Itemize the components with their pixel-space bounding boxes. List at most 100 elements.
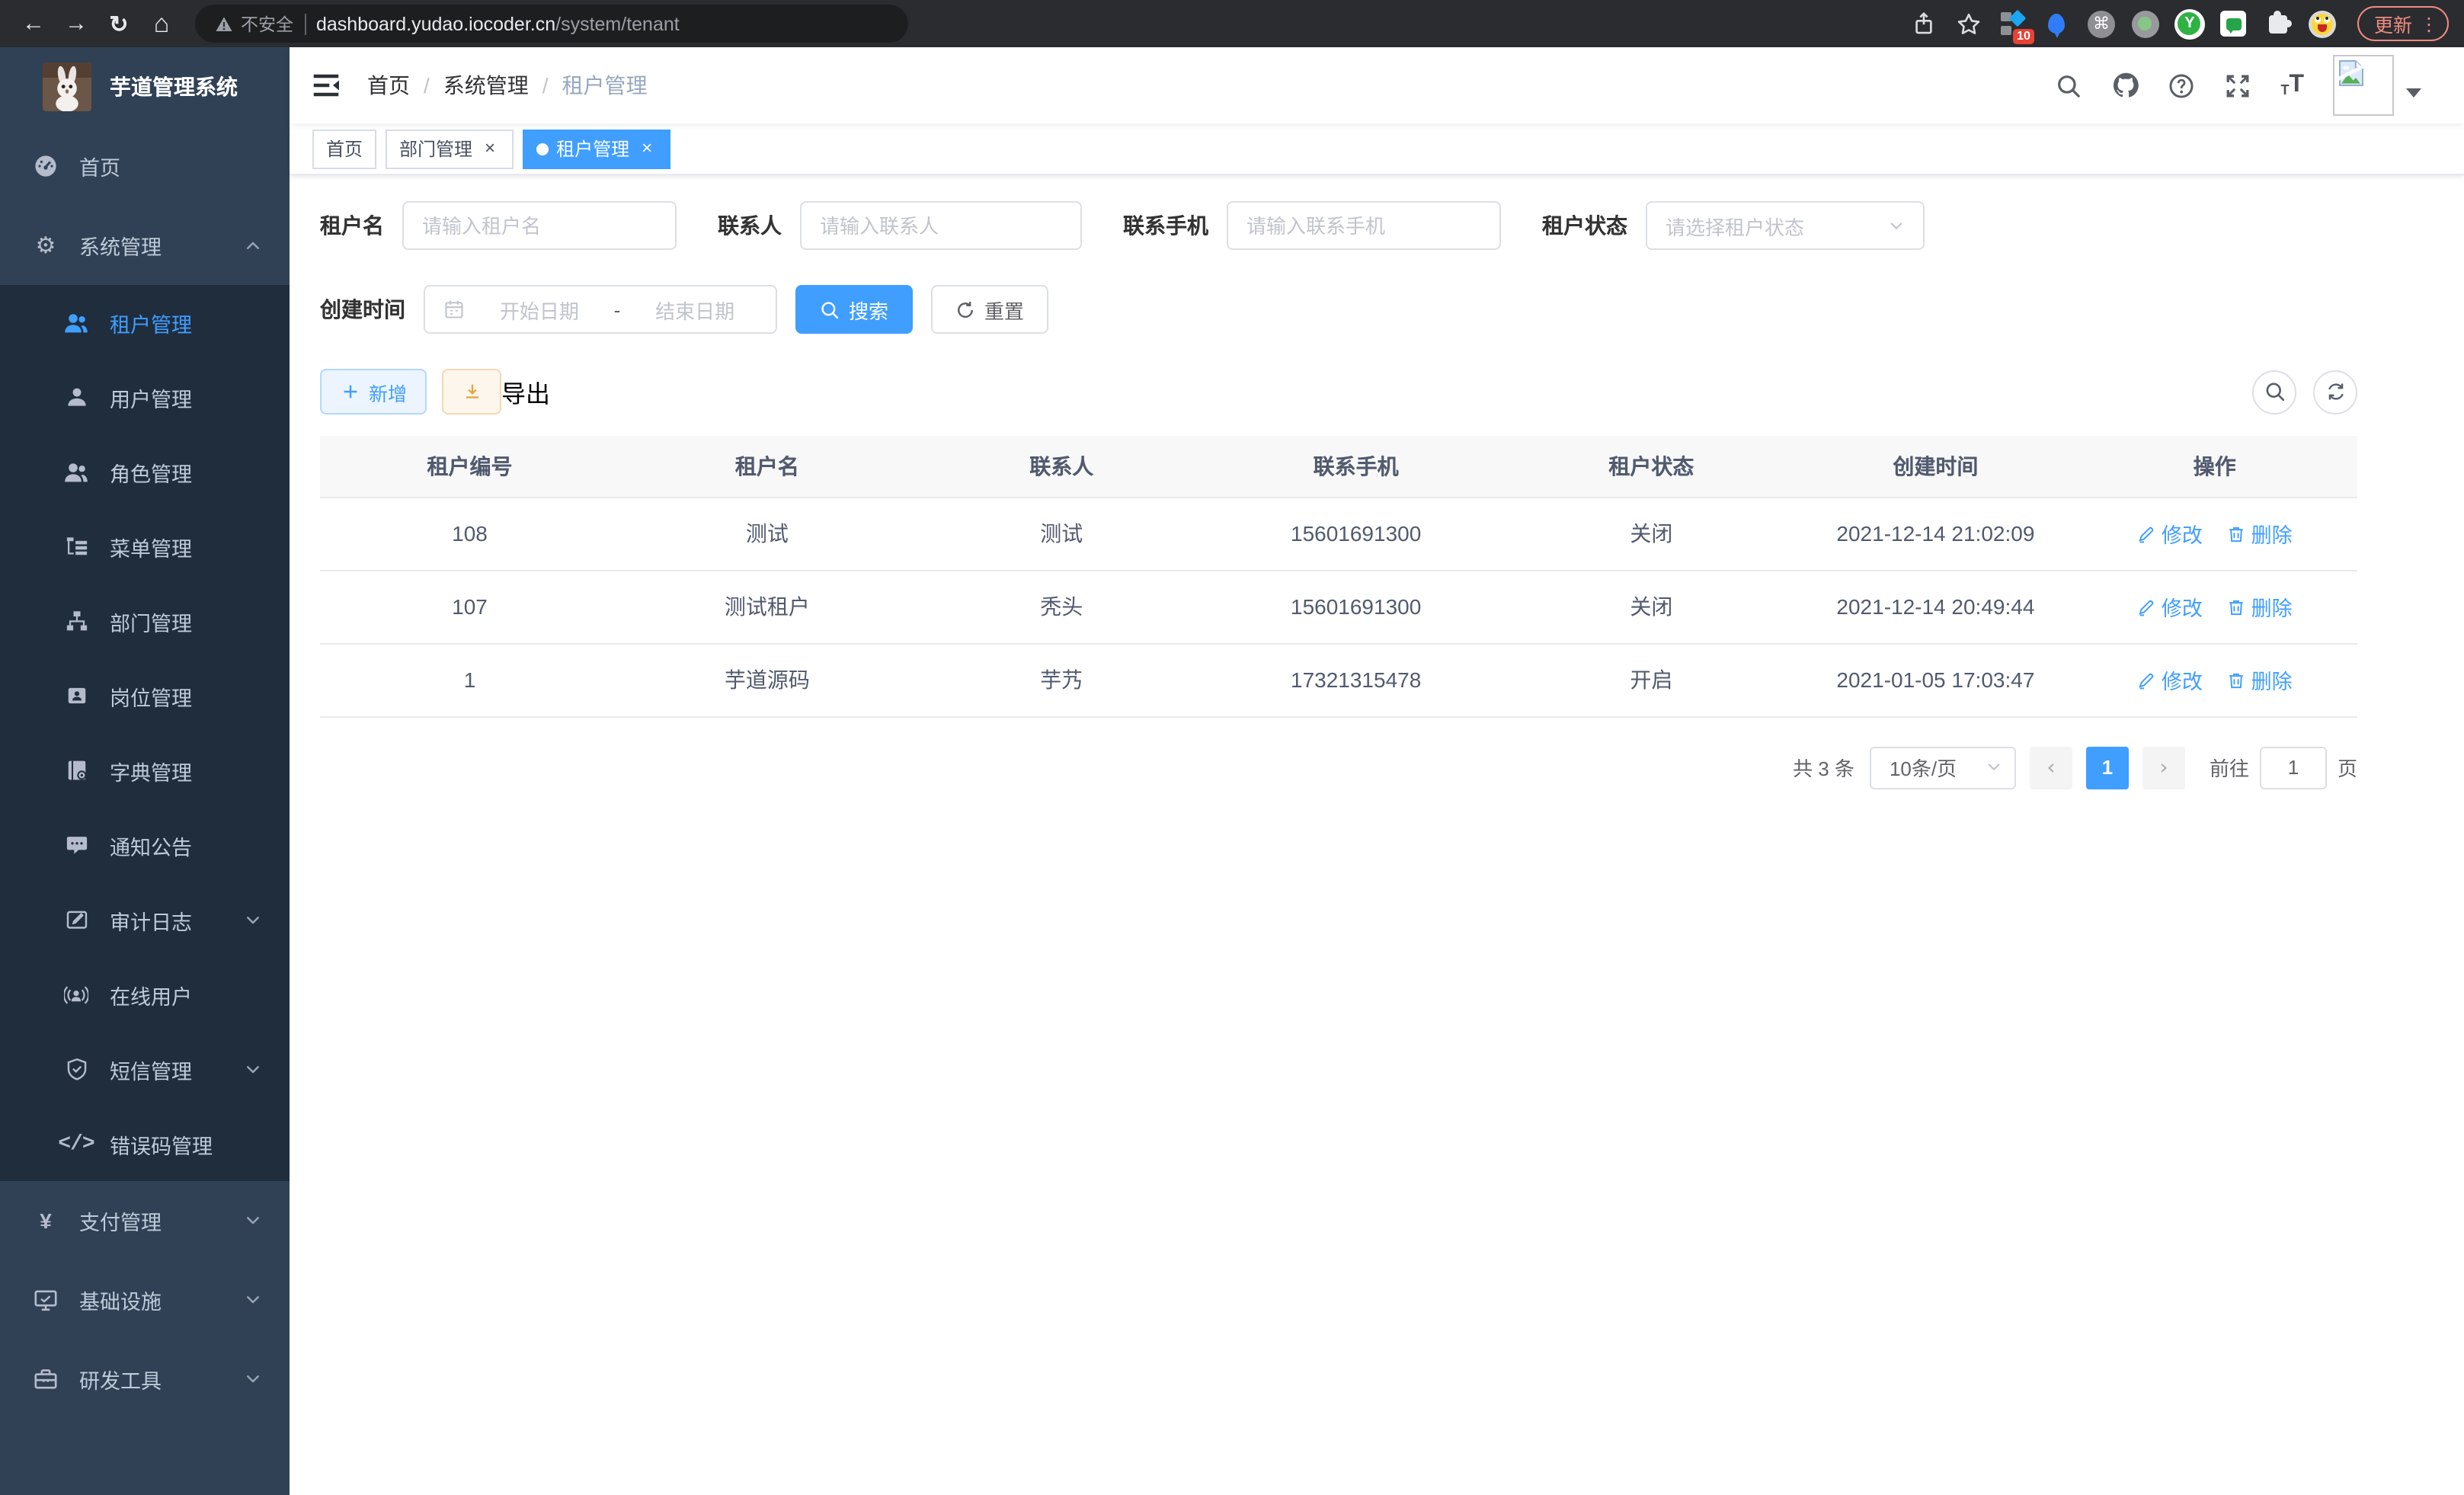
trash-icon	[2227, 597, 2247, 616]
share-icon[interactable]	[1909, 8, 1940, 39]
tree-table-icon	[64, 534, 88, 559]
close-icon[interactable]: ×	[637, 139, 657, 158]
contact-input[interactable]	[820, 214, 1062, 237]
extension-sketch-icon[interactable]	[2042, 8, 2072, 39]
bookmark-star-icon[interactable]	[1954, 8, 1984, 39]
extension-yuque-icon[interactable]: Y	[2174, 8, 2205, 39]
online-broadcast-icon	[64, 982, 88, 1007]
chevron-down-icon	[244, 1370, 262, 1388]
extension-puzzle-icon[interactable]	[2263, 8, 2293, 39]
browser-update-button[interactable]: 更新 ⋮	[2357, 6, 2449, 41]
browser-reload-icon[interactable]: ↻	[101, 5, 137, 42]
date-range-picker[interactable]: 开始日期 - 结束日期	[424, 285, 777, 334]
tab-tenant[interactable]: 租户管理 ×	[523, 129, 670, 168]
reset-button[interactable]: 重置	[931, 285, 1048, 334]
extension-recorder-icon[interactable]	[2130, 8, 2161, 39]
header-search-icon[interactable]	[2055, 72, 2082, 99]
github-icon[interactable]	[2111, 72, 2139, 99]
goto-page-input[interactable]	[2260, 746, 2327, 789]
browser-home-icon[interactable]: ⌂	[143, 5, 180, 42]
goto-label: 前往	[2210, 753, 2249, 782]
font-size-icon[interactable]: TT	[2280, 73, 2304, 98]
tab-home[interactable]: 首页	[312, 129, 376, 168]
sidebar-item-home[interactable]: 首页	[0, 126, 290, 206]
date-end: 结束日期	[632, 295, 757, 324]
sidebar-item-dict[interactable]: 字典管理	[0, 733, 290, 808]
sidebar-item-dept[interactable]: 部门管理	[0, 584, 290, 658]
sidebar-item-online-user[interactable]: 在线用户	[0, 957, 290, 1032]
sidebar-item-sms[interactable]: 短信管理	[0, 1032, 290, 1106]
extension-emoji-icon[interactable]	[2307, 8, 2338, 39]
tags-view: 首页 部门管理 × 租户管理 ×	[290, 123, 2464, 175]
monitor-icon	[34, 1288, 58, 1312]
sidebar-item-system[interactable]: ⚙ 系统管理	[0, 206, 290, 285]
user-avatar-menu[interactable]	[2333, 55, 2421, 116]
code-icon: </>	[64, 1132, 88, 1156]
search-button[interactable]: 搜索	[795, 285, 913, 334]
delete-button[interactable]: 删除	[2227, 664, 2293, 695]
prev-page-button[interactable]: ‹	[2030, 746, 2072, 789]
sidebar-fold-icon[interactable]	[311, 70, 341, 101]
edit-button[interactable]: 修改	[2137, 518, 2203, 549]
extension-chat-icon[interactable]	[2219, 8, 2249, 39]
pagination: 共 3 条 10条/页 ‹ 1 › 前往 页	[320, 746, 2357, 789]
fullscreen-icon[interactable]	[2224, 72, 2251, 99]
tenant-name-input[interactable]	[422, 214, 657, 237]
tab-dept[interactable]: 部门管理 ×	[386, 129, 514, 168]
add-button[interactable]: 新增	[320, 369, 427, 415]
page-size-select[interactable]: 10条/页	[1870, 746, 2016, 789]
sidebar-item-pay[interactable]: ¥ 支付管理	[0, 1181, 290, 1260]
close-icon[interactable]: ×	[480, 139, 500, 158]
toggle-search-button[interactable]	[2252, 370, 2296, 414]
sidebar-logo[interactable]: 芋道管理系统	[0, 47, 290, 126]
col-contact: 联系人	[915, 436, 1208, 497]
status-select[interactable]: 请选择租户状态	[1646, 201, 1925, 250]
next-page-button[interactable]: ›	[2142, 746, 2185, 789]
browser-menu-icon[interactable]: ⋮	[2420, 13, 2438, 34]
refresh-table-button[interactable]	[2313, 370, 2357, 414]
avatar[interactable]	[2333, 55, 2394, 116]
breadcrumb: 首页 / 系统管理 / 租户管理	[367, 70, 648, 101]
edit-icon	[2137, 523, 2157, 543]
extension-command-icon[interactable]: ⌘	[2086, 8, 2117, 39]
logo-image	[43, 62, 91, 111]
export-button[interactable]	[442, 369, 501, 415]
sidebar-item-tenant[interactable]: 租户管理	[0, 285, 290, 360]
log-edit-icon	[64, 908, 88, 932]
status-label: 租户状态	[1542, 210, 1627, 241]
plus-icon	[340, 382, 360, 402]
sidebar-item-user[interactable]: 用户管理	[0, 360, 290, 434]
edit-button[interactable]: 修改	[2137, 664, 2203, 695]
extension-tab-manager-icon[interactable]: 10	[1998, 8, 2028, 39]
mobile-input[interactable]	[1246, 214, 1481, 237]
security-label: 不安全	[241, 11, 293, 36]
breadcrumb-section[interactable]: 系统管理	[443, 70, 529, 101]
sidebar-item-error-code[interactable]: </> 错误码管理	[0, 1106, 290, 1181]
download-icon	[462, 382, 482, 402]
sidebar-item-devtools[interactable]: 研发工具	[0, 1340, 290, 1419]
sidebar: 芋道管理系统 首页 ⚙ 系统管理 租户管理 用户管理 角色管理	[0, 47, 290, 1495]
app-title: 芋道管理系统	[110, 72, 238, 102]
total-count: 共 3 条	[1793, 753, 1854, 782]
sidebar-item-post[interactable]: 岗位管理	[0, 658, 290, 733]
breadcrumb-home[interactable]: 首页	[367, 70, 410, 101]
mobile-label: 联系手机	[1123, 210, 1208, 241]
sidebar-item-notice[interactable]: 通知公告	[0, 808, 290, 882]
site-security[interactable]: 不安全	[215, 11, 293, 36]
edit-button[interactable]: 修改	[2137, 591, 2203, 622]
sidebar-item-role[interactable]: 角色管理	[0, 434, 290, 509]
yen-icon: ¥	[34, 1208, 58, 1233]
browser-back-icon[interactable]: ←	[15, 5, 52, 42]
delete-button[interactable]: 删除	[2227, 518, 2293, 549]
edit-icon	[2137, 670, 2157, 690]
created-time-label: 创建时间	[320, 294, 405, 325]
chevron-down-icon	[244, 1060, 262, 1078]
delete-button[interactable]: 删除	[2227, 591, 2293, 622]
address-bar[interactable]: 不安全 dashboard.yudao.iocoder.cn/system/te…	[195, 5, 908, 43]
browser-forward-icon[interactable]: →	[58, 5, 94, 42]
help-icon[interactable]	[2168, 72, 2195, 99]
sidebar-item-menu[interactable]: 菜单管理	[0, 509, 290, 584]
page-number-button[interactable]: 1	[2086, 746, 2129, 789]
sidebar-item-infra[interactable]: 基础设施	[0, 1260, 290, 1340]
sidebar-item-audit-log[interactable]: 审计日志	[0, 882, 290, 957]
